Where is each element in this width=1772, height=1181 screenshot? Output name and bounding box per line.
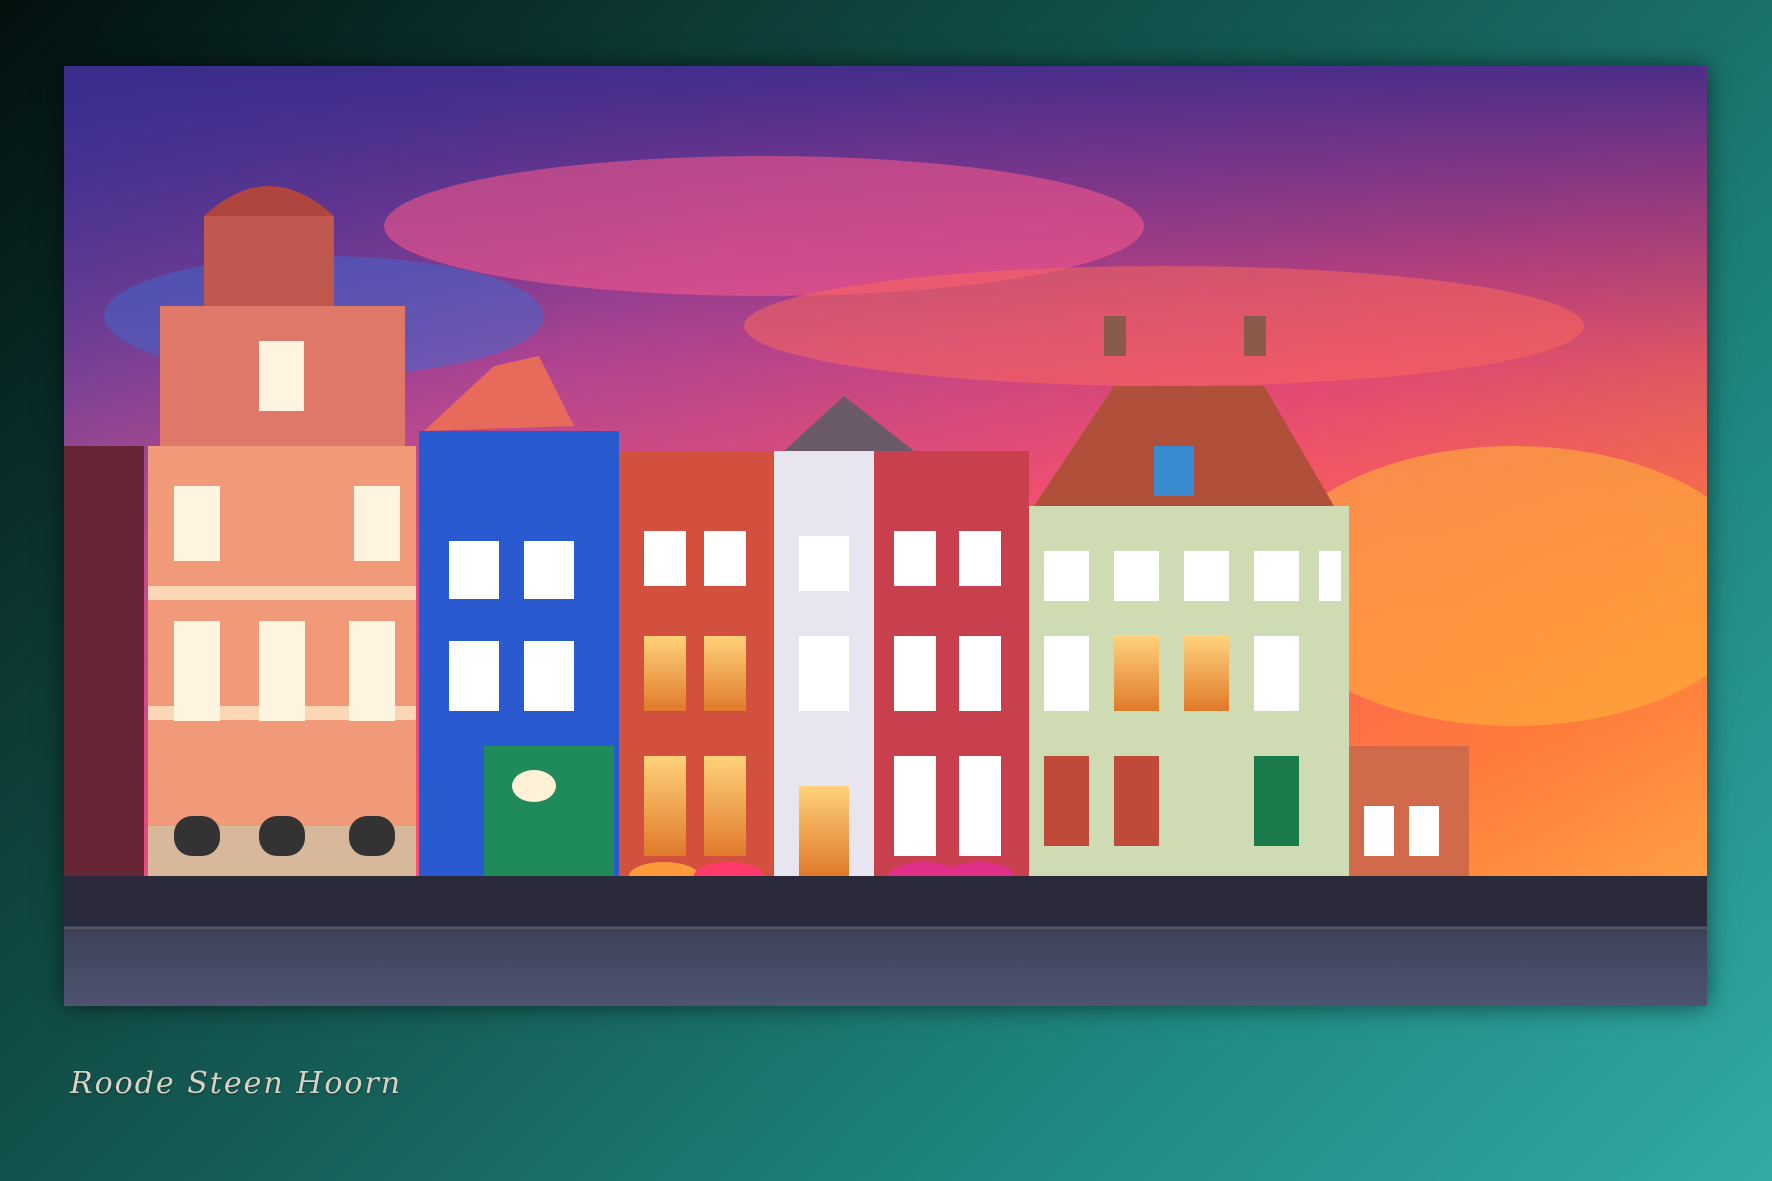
photo-frame bbox=[64, 66, 1707, 1006]
rose-building bbox=[874, 451, 1029, 876]
townhouses-photo bbox=[64, 66, 1707, 1006]
blue-building bbox=[419, 356, 619, 876]
red-building bbox=[619, 451, 774, 876]
photo-caption: Roode Steen Hoorn bbox=[70, 1066, 403, 1101]
